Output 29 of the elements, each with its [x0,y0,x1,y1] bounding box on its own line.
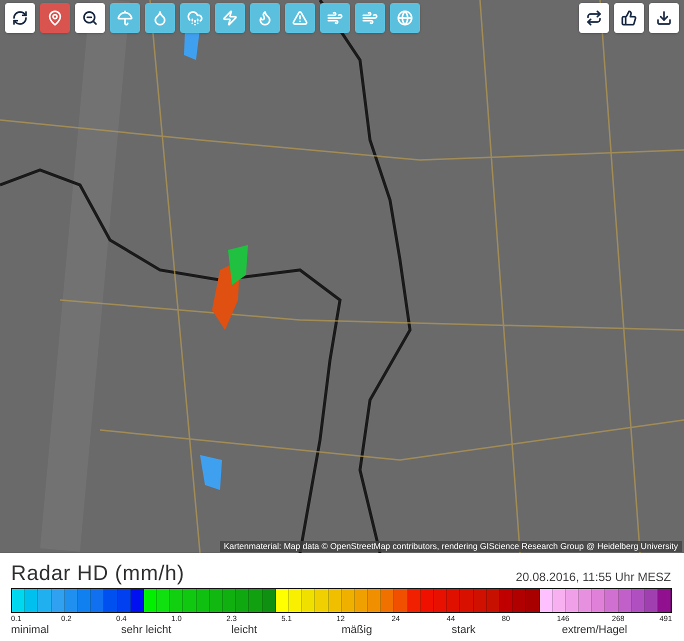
intensity-label: leicht [231,624,258,637]
intensity-label: extrem/Hagel [562,624,628,637]
cloud-hail-icon [187,10,203,26]
refresh-icon [12,10,28,26]
download-icon [656,10,672,26]
lightning-icon [222,10,238,26]
umbrella-icon [117,10,133,26]
globe-icon [397,10,413,26]
timestamp: 20.08.2016, 11:55 Uhr MESZ [516,569,671,586]
droplet-icon [152,10,168,26]
map-pin-icon [47,10,63,26]
toolbar-button[interactable] [5,3,35,33]
intensity-label: sehr leicht [121,624,172,637]
wind-icon [327,10,343,26]
toolbar-button[interactable] [579,3,609,33]
repeat-icon [586,10,602,26]
toolbar-button[interactable] [614,3,644,33]
flame-icon [257,10,273,26]
intensity-label: minimal [11,624,49,637]
zoom-out-icon [82,10,98,26]
intensity-label: mäßig [342,624,372,637]
intensity-label: stark [452,624,476,637]
toolbar-button[interactable] [649,3,679,33]
wind-icon [362,10,378,26]
map-attribution: Kartenmaterial: Map data © OpenStreetMap contributors, rendering GIScience Research Group @ Heidelberg University [220,541,682,552]
warning-icon [292,10,308,26]
toolbar-button[interactable] [75,3,105,33]
thumbs-up-icon [621,10,637,26]
legend-title: Radar HD (mm/h) [11,562,185,586]
